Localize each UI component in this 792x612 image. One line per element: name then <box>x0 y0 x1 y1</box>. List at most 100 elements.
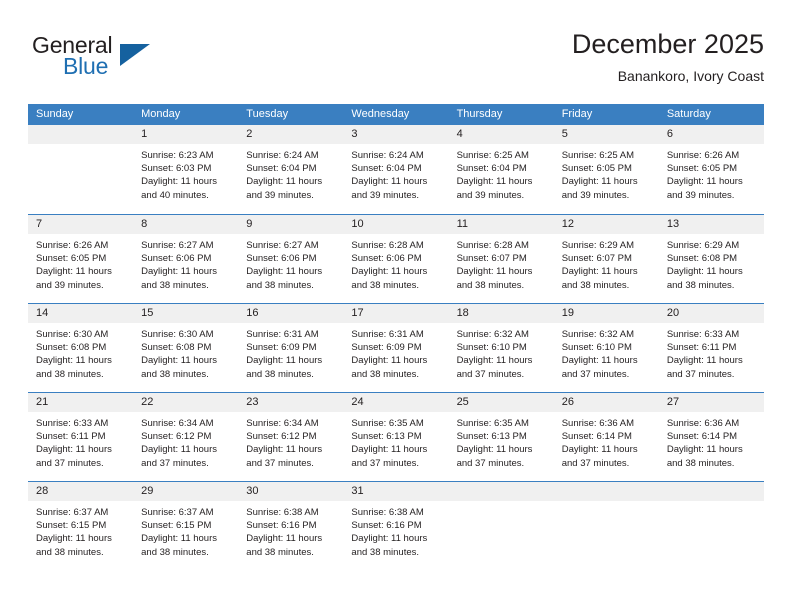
sunrise-text: Sunrise: 6:28 AM <box>351 240 424 251</box>
sunrise-text: Sunrise: 6:38 AM <box>246 507 319 518</box>
daylight-text-line2: and 39 minutes. <box>351 189 420 201</box>
day-cell[interactable]: 15 Sunrise: 6:30 AM Sunset: 6:08 PM Dayligh… <box>133 304 239 392</box>
day-number: 18 <box>448 304 554 323</box>
day-number <box>553 482 659 501</box>
day-number: 1 <box>133 125 239 144</box>
day-number <box>658 482 764 501</box>
daylight-text-line2: and 39 minutes. <box>561 189 630 201</box>
daylight-text-line2: and 37 minutes. <box>246 457 314 469</box>
sunrise-text: Sunrise: 6:26 AM <box>666 150 740 161</box>
day-cell[interactable]: 2 Sunrise: 6:24 AM Sunset: 6:04 PM Daylight… <box>238 125 344 214</box>
weekday-tuesday: Tuesday <box>246 108 289 120</box>
day-cell[interactable]: 4 Sunrise: 6:25 AM Sunset: 6:04 PM Daylight… <box>448 125 554 214</box>
day-cell[interactable]: 26 Sunrise: 6:36 AM Sunset: 6:14 PM Dayligh… <box>553 393 659 481</box>
day-cell[interactable]: 23 Sunrise: 6:34 AM Sunset: 6:12 PM Dayligh… <box>238 393 344 481</box>
day-cell[interactable]: 24 Sunrise: 6:35 AM Sunset: 6:13 PM Dayligh… <box>343 393 449 481</box>
day-cell[interactable]: 20 Sunrise: 6:33 AM Sunset: 6:11 PM Dayligh… <box>658 304 764 392</box>
sunrise-text: Sunrise: 6:33 AM <box>36 418 109 429</box>
day-cell[interactable]: 8 Sunrise: 6:27 AM Sunset: 6:06 PM Daylight… <box>133 215 239 303</box>
day-number: 2 <box>238 125 344 144</box>
day-cell[interactable]: 29 Sunrise: 6:37 AM Sunset: 6:15 PM Dayligh… <box>133 482 239 570</box>
day-info: Sunrise: 6:36 AM Sunset: 6:14 PM Daylight:… <box>659 412 764 470</box>
sunrise-text: Sunrise: 6:24 AM <box>351 150 424 161</box>
day-number: 27 <box>658 393 764 412</box>
day-number: 11 <box>448 215 554 234</box>
day-number: 29 <box>133 482 239 501</box>
daylight-text-line1: Daylight: 11 hours <box>36 266 112 278</box>
day-cell[interactable]: 1 Sunrise: 6:23 AM Sunset: 6:03 PM Daylight… <box>133 125 239 214</box>
title-block: December 2025 Banankoro, Ivory Coast <box>572 28 764 86</box>
day-cell[interactable]: 16 Sunrise: 6:31 AM Sunset: 6:09 PM Dayligh… <box>238 304 344 392</box>
day-cell[interactable]: 9 Sunrise: 6:27 AM Sunset: 6:06 PM Daylight… <box>238 215 344 303</box>
day-info: Sunrise: 6:26 AM Sunset: 6:05 PM Daylight:… <box>659 144 764 202</box>
sunset-text: Sunset: 6:06 PM <box>351 253 422 265</box>
daylight-text-line1: Daylight: 11 hours <box>246 533 323 545</box>
day-number: 26 <box>553 393 659 412</box>
sunset-text: Sunset: 6:10 PM <box>561 342 632 354</box>
day-cell-empty <box>553 482 659 570</box>
daylight-text-line2: and 39 minutes. <box>456 189 525 201</box>
sunset-text: Sunset: 6:10 PM <box>456 342 527 354</box>
daylight-text-line2: and 38 minutes. <box>36 546 104 558</box>
sunset-text: Sunset: 6:06 PM <box>246 253 317 265</box>
sunrise-text: Sunrise: 6:24 AM <box>246 150 319 161</box>
day-cell[interactable]: 22 Sunrise: 6:34 AM Sunset: 6:12 PM Dayligh… <box>133 393 239 481</box>
sunrise-text: Sunrise: 6:36 AM <box>561 418 635 429</box>
day-number: 13 <box>658 215 764 234</box>
day-cell[interactable]: 31 Sunrise: 6:38 AM Sunset: 6:16 PM Dayligh… <box>343 482 449 570</box>
daylight-text-line1: Daylight: 11 hours <box>36 444 112 456</box>
sunrise-text: Sunrise: 6:29 AM <box>561 240 635 251</box>
day-cell[interactable]: 11 Sunrise: 6:28 AM Sunset: 6:07 PM Dayligh… <box>448 215 554 303</box>
daylight-text-line2: and 39 minutes. <box>246 189 314 201</box>
day-cell[interactable]: 17 Sunrise: 6:31 AM Sunset: 6:09 PM Dayligh… <box>343 304 449 392</box>
day-number: 5 <box>553 125 659 144</box>
day-cell[interactable]: 27 Sunrise: 6:36 AM Sunset: 6:14 PM Dayligh… <box>658 393 764 481</box>
day-cell[interactable]: 5 Sunrise: 6:25 AM Sunset: 6:05 PM Daylight… <box>553 125 659 214</box>
sunset-text: Sunset: 6:13 PM <box>351 431 422 443</box>
day-info: Sunrise: 6:27 AM Sunset: 6:06 PM Daylight:… <box>238 234 343 292</box>
sunrise-text: Sunrise: 6:32 AM <box>561 329 635 340</box>
sunrise-text: Sunrise: 6:28 AM <box>456 240 529 251</box>
sunset-text: Sunset: 6:14 PM <box>561 431 632 443</box>
daylight-text-line2: and 38 minutes. <box>351 368 420 380</box>
daylight-text-line1: Daylight: 11 hours <box>456 355 533 367</box>
daylight-text-line1: Daylight: 11 hours <box>351 176 428 188</box>
page-subtitle: Banankoro, Ivory Coast <box>617 68 764 84</box>
sunset-text: Sunset: 6:08 PM <box>36 342 107 354</box>
sunset-text: Sunset: 6:16 PM <box>351 520 422 532</box>
sunset-text: Sunset: 6:08 PM <box>141 342 212 354</box>
day-number: 8 <box>133 215 239 234</box>
day-cell[interactable]: 21 Sunrise: 6:33 AM Sunset: 6:11 PM Dayligh… <box>28 393 134 481</box>
day-info: Sunrise: 6:38 AM Sunset: 6:16 PM Daylight:… <box>238 501 343 559</box>
daylight-text-line2: and 38 minutes. <box>246 546 314 558</box>
day-cell[interactable]: 3 Sunrise: 6:24 AM Sunset: 6:04 PM Daylight… <box>343 125 449 214</box>
day-cell[interactable]: 18 Sunrise: 6:32 AM Sunset: 6:10 PM Dayligh… <box>448 304 554 392</box>
day-cell[interactable]: 28 Sunrise: 6:37 AM Sunset: 6:15 PM Dayligh… <box>28 482 134 570</box>
day-cell[interactable]: 7 Sunrise: 6:26 AM Sunset: 6:05 PM Daylight… <box>28 215 134 303</box>
sunrise-text: Sunrise: 6:29 AM <box>666 240 740 251</box>
sunset-text: Sunset: 6:09 PM <box>246 342 317 354</box>
day-cell[interactable]: 19 Sunrise: 6:32 AM Sunset: 6:10 PM Dayligh… <box>553 304 659 392</box>
day-number: 23 <box>238 393 344 412</box>
day-cell[interactable]: 30 Sunrise: 6:38 AM Sunset: 6:16 PM Dayligh… <box>238 482 344 570</box>
sunset-text: Sunset: 6:04 PM <box>351 163 422 175</box>
sunset-text: Sunset: 6:13 PM <box>456 431 527 443</box>
day-number: 17 <box>343 304 449 323</box>
day-cell[interactable]: 25 Sunrise: 6:35 AM Sunset: 6:13 PM Dayligh… <box>448 393 554 481</box>
day-info: Sunrise: 6:32 AM Sunset: 6:10 PM Daylight:… <box>554 323 659 381</box>
sunrise-text: Sunrise: 6:30 AM <box>36 329 109 340</box>
daylight-text-line2: and 38 minutes. <box>666 457 735 469</box>
daylight-text-line1: Daylight: 11 hours <box>141 444 218 456</box>
general-blue-logo[interactable]: General Blue <box>32 32 172 88</box>
daylight-text-line1: Daylight: 11 hours <box>351 444 428 456</box>
day-cell[interactable]: 10 Sunrise: 6:28 AM Sunset: 6:06 PM Dayligh… <box>343 215 449 303</box>
day-cell[interactable]: 6 Sunrise: 6:26 AM Sunset: 6:05 PM Daylight… <box>658 125 764 214</box>
day-info: Sunrise: 6:23 AM Sunset: 6:03 PM Daylight:… <box>133 144 238 202</box>
day-cell[interactable]: 12 Sunrise: 6:29 AM Sunset: 6:07 PM Dayligh… <box>553 215 659 303</box>
calendar-page: General Blue December 2025 Banankoro, Iv… <box>0 0 792 612</box>
day-cell[interactable]: 14 Sunrise: 6:30 AM Sunset: 6:08 PM Dayligh… <box>28 304 134 392</box>
day-cell[interactable]: 13 Sunrise: 6:29 AM Sunset: 6:08 PM Dayligh… <box>658 215 764 303</box>
day-info: Sunrise: 6:26 AM Sunset: 6:05 PM Daylight:… <box>28 234 133 292</box>
sunrise-text: Sunrise: 6:32 AM <box>456 329 529 340</box>
daylight-text-line1: Daylight: 11 hours <box>141 176 218 188</box>
